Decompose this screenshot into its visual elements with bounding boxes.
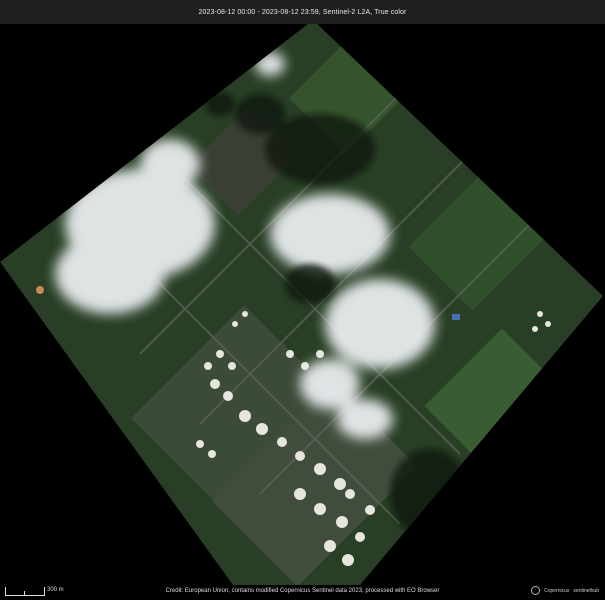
orange-feature [36, 286, 44, 294]
satellite-scene-svg [0, 24, 603, 585]
credit-text: Credit: European Union, contains modifie… [165, 588, 440, 594]
blue-roof-building [452, 314, 460, 320]
sentinelhub-logo-text: sentinelhub [573, 587, 599, 594]
logos: Copernicus sentinelhub [531, 586, 599, 595]
satellite-image [0, 24, 605, 585]
imagery-tile [0, 24, 603, 585]
copernicus-logo-text: Copernicus [544, 587, 570, 594]
image-footer: 300 m Credit: European Union, contains m… [0, 585, 605, 600]
image-title-bar: 2023-08-12 00:00 - 2023-08-12 23:59, Sen… [0, 0, 605, 24]
image-title: 2023-08-12 00:00 - 2023-08-12 23:59, Sen… [198, 8, 407, 16]
copernicus-logo-icon [531, 586, 541, 595]
